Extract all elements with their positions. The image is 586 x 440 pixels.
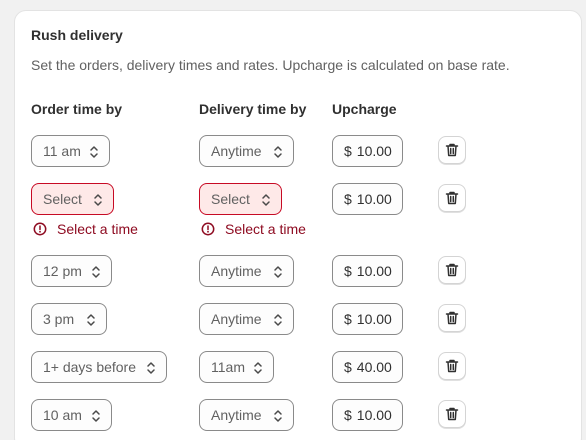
delivery-time-value: 11am	[211, 359, 245, 375]
currency-symbol: $	[344, 311, 352, 327]
order-time-error: Select a time	[33, 221, 138, 237]
currency-symbol: $	[344, 359, 352, 375]
delete-row-button[interactable]	[438, 136, 466, 164]
upcharge-value: 10.00	[356, 143, 392, 159]
delete-row-button[interactable]	[438, 400, 466, 428]
upcharge-input[interactable]: $ 10.00	[332, 183, 403, 215]
card-description: Set the orders, delivery times and rates…	[31, 57, 510, 73]
trash-icon	[445, 359, 459, 373]
card-title: Rush delivery	[31, 27, 123, 43]
upcharge-input[interactable]: $ 10.00	[332, 135, 403, 167]
currency-symbol: $	[344, 407, 352, 423]
rate-row: 1+ days before 11am $ 40.00	[15, 351, 581, 383]
order-time-value: 10 am	[43, 407, 82, 423]
delivery-time-select[interactable]: Select	[199, 183, 282, 215]
delivery-time-select[interactable]: Anytime	[199, 303, 294, 335]
order-time-value: 12 pm	[43, 263, 82, 279]
chevron-up-down-icon	[87, 314, 95, 326]
error-text: Select a time	[57, 221, 138, 237]
trash-icon	[445, 191, 459, 205]
order-time-select[interactable]: Select	[31, 183, 114, 215]
rate-row: 10 am Anytime $ 10.00	[15, 399, 581, 431]
order-time-value: 1+ days before	[43, 359, 137, 375]
delivery-time-value: Anytime	[211, 143, 262, 159]
delete-row-button[interactable]	[438, 256, 466, 284]
currency-symbol: $	[344, 143, 352, 159]
rate-row: Select Select $ 10.00	[15, 183, 581, 215]
trash-icon	[445, 311, 459, 325]
delivery-time-select[interactable]: Anytime	[199, 135, 294, 167]
rate-row: 11 am Anytime $ 10.00	[15, 135, 581, 167]
chevron-up-down-icon	[90, 146, 98, 158]
delivery-time-select[interactable]: Anytime	[199, 399, 294, 431]
upcharge-value: 10.00	[356, 311, 392, 327]
trash-icon	[445, 143, 459, 157]
order-time-select[interactable]: 12 pm	[31, 255, 112, 287]
upcharge-input[interactable]: $ 40.00	[332, 351, 403, 383]
order-time-select[interactable]: 11 am	[31, 135, 110, 167]
delete-row-button[interactable]	[438, 184, 466, 212]
chevron-up-down-icon	[147, 362, 155, 374]
chevron-up-down-icon	[92, 410, 100, 422]
column-header-order-time: Order time by	[31, 101, 123, 117]
delivery-time-value: Anytime	[211, 407, 262, 423]
chevron-up-down-icon	[254, 362, 262, 374]
order-time-select[interactable]: 1+ days before	[31, 351, 167, 383]
trash-icon	[445, 263, 459, 277]
rate-row: 3 pm Anytime $ 10.00	[15, 303, 581, 335]
chevron-up-down-icon	[94, 194, 102, 206]
column-header-upcharge: Upcharge	[332, 101, 397, 117]
rate-row: 12 pm Anytime $ 10.00	[15, 255, 581, 287]
chevron-up-down-icon	[274, 266, 282, 278]
upcharge-value: 40.00	[356, 359, 392, 375]
upcharge-input[interactable]: $ 10.00	[332, 255, 403, 287]
order-time-value: Select	[43, 191, 82, 207]
column-header-delivery-time: Delivery time by	[199, 101, 307, 117]
chevron-up-down-icon	[262, 194, 270, 206]
alert-circle-icon	[33, 222, 47, 236]
error-row: Select a time Select a time	[15, 221, 581, 239]
trash-icon	[445, 407, 459, 421]
upcharge-value: 10.00	[356, 191, 392, 207]
upcharge-input[interactable]: $ 10.00	[332, 399, 403, 431]
upcharge-value: 10.00	[356, 407, 392, 423]
upcharge-input[interactable]: $ 10.00	[332, 303, 403, 335]
delete-row-button[interactable]	[438, 352, 466, 380]
delivery-time-value: Select	[211, 191, 250, 207]
delivery-time-select[interactable]: Anytime	[199, 255, 294, 287]
error-text: Select a time	[225, 221, 306, 237]
rush-delivery-card: Rush delivery Set the orders, delivery t…	[14, 10, 582, 440]
alert-circle-icon	[201, 222, 215, 236]
upcharge-value: 10.00	[356, 263, 392, 279]
delivery-time-error: Select a time	[201, 221, 306, 237]
order-time-value: 3 pm	[43, 311, 75, 327]
delivery-time-value: Anytime	[211, 263, 262, 279]
chevron-up-down-icon	[92, 266, 100, 278]
currency-symbol: $	[344, 263, 352, 279]
order-time-select[interactable]: 3 pm	[31, 303, 107, 335]
chevron-up-down-icon	[274, 410, 282, 422]
currency-symbol: $	[344, 191, 352, 207]
delivery-time-value: Anytime	[211, 311, 262, 327]
delete-row-button[interactable]	[438, 304, 466, 332]
chevron-up-down-icon	[274, 314, 282, 326]
order-time-select[interactable]: 10 am	[31, 399, 112, 431]
order-time-value: 11 am	[43, 143, 81, 159]
delivery-time-select[interactable]: 11am	[199, 351, 274, 383]
chevron-up-down-icon	[274, 146, 282, 158]
